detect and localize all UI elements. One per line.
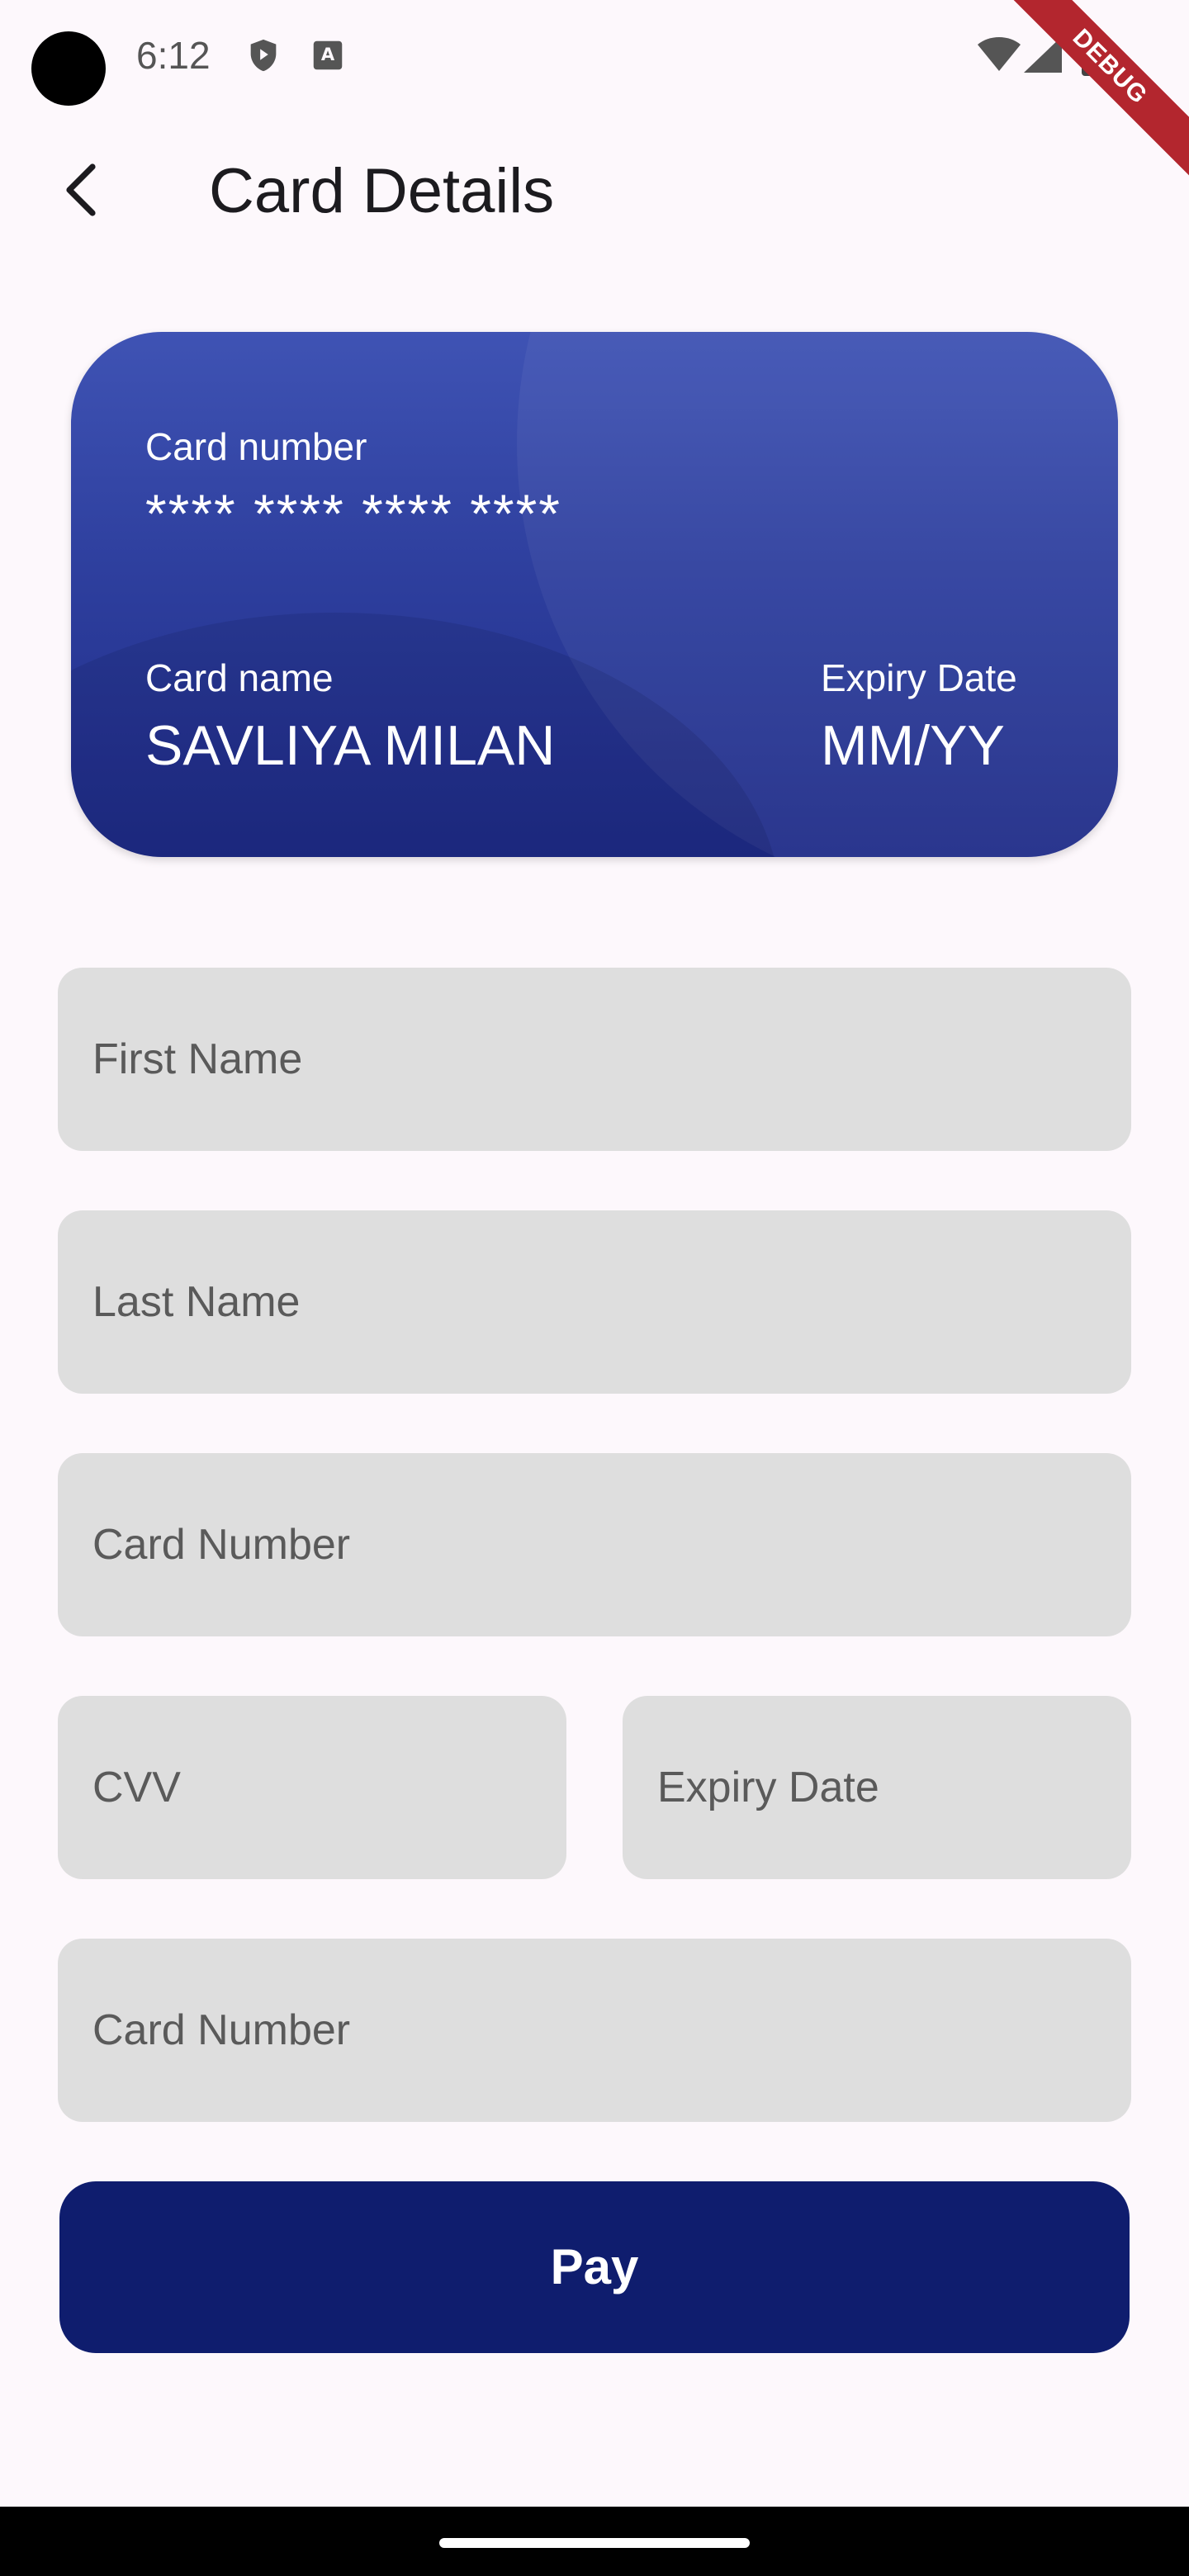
navigation-bar — [0, 2507, 1189, 2576]
keyboard-a-icon: A — [313, 40, 343, 70]
card-number-placeholder-2: Card Number — [92, 2006, 351, 2054]
first-name-placeholder: First Name — [92, 1035, 303, 1083]
card-name-value: SAVLIYA MILAN — [145, 714, 556, 777]
card-number-field[interactable]: Card Number — [58, 1453, 1131, 1636]
status-bar: 6:12 A DEBUG — [0, 0, 1189, 181]
pay-button[interactable]: Pay — [59, 2181, 1130, 2353]
last-name-placeholder: Last Name — [92, 1278, 301, 1326]
cvv-field[interactable]: CVV — [58, 1696, 566, 1879]
home-indicator[interactable] — [439, 2538, 750, 2548]
card-expiry-value: MM/YY — [821, 714, 1005, 777]
credit-card-preview: Card number **** **** **** **** Card nam… — [71, 332, 1118, 857]
card-number-value: **** **** **** **** — [145, 483, 561, 544]
play-protect-icon — [250, 39, 277, 72]
card-expiry-label: Expiry Date — [821, 656, 1017, 699]
camera-cutout — [31, 31, 106, 106]
card-number-field-2[interactable]: Card Number — [58, 1939, 1131, 2122]
app-bar: Card Details — [0, 132, 1189, 256]
first-name-field[interactable]: First Name — [58, 968, 1131, 1151]
page-title: Card Details — [209, 156, 555, 226]
expiry-date-placeholder: Expiry Date — [657, 1764, 879, 1811]
card-number-placeholder: Card Number — [92, 1521, 351, 1569]
last-name-field[interactable]: Last Name — [58, 1210, 1131, 1394]
card-name-label: Card name — [145, 656, 334, 699]
wifi-icon — [978, 37, 1021, 71]
cvv-placeholder: CVV — [92, 1764, 181, 1811]
status-time: 6:12 — [136, 34, 211, 77]
svg-text:A: A — [321, 44, 335, 64]
arrow-back-icon[interactable] — [50, 157, 116, 223]
expiry-date-field[interactable]: Expiry Date — [623, 1696, 1131, 1879]
card-number-label: Card number — [145, 425, 367, 468]
